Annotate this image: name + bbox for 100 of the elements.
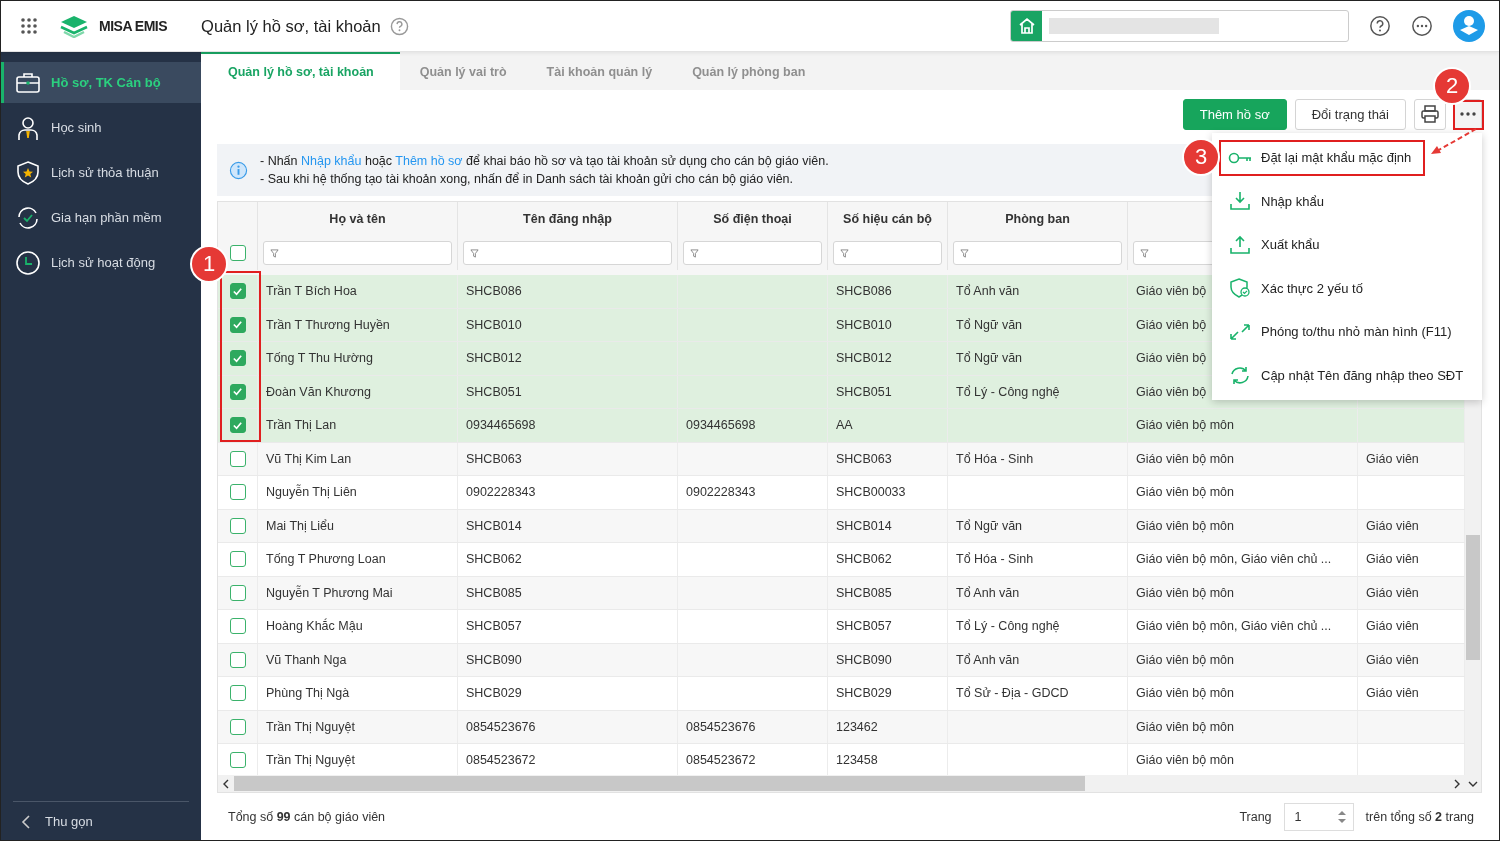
table-cell: SHCB086: [466, 284, 522, 299]
print-button[interactable]: [1414, 98, 1446, 130]
menu-item[interactable]: Xuất khẩu: [1219, 226, 1334, 263]
download-icon: [1228, 191, 1252, 212]
table-cell: Tổ Anh văn: [956, 284, 1020, 299]
row-checkbox[interactable]: [229, 417, 246, 434]
row-checkbox[interactable]: [229, 350, 246, 367]
row-checkbox[interactable]: [229, 450, 246, 467]
filter-icon: [840, 248, 849, 258]
apps-grid-icon[interactable]: [20, 17, 38, 35]
table-cell: 123462: [836, 719, 878, 734]
filter-icon: [960, 248, 969, 258]
shield-check-icon: [1228, 278, 1252, 299]
table-cell: Tổ Ngữ văn: [956, 317, 1023, 332]
sidebar-item[interactable]: Học sinh: [1, 107, 201, 148]
table-cell: Giáo viên bộ: [1136, 384, 1207, 399]
table-cell: Giáo viên: [1366, 652, 1419, 667]
row-checkbox[interactable]: [229, 283, 246, 300]
status-button[interactable]: Đổi trạng thái: [1294, 98, 1406, 130]
sidebar-item[interactable]: Lịch sử thỏa thuận: [1, 152, 201, 193]
table-cell: SHCB085: [466, 585, 522, 600]
printer-icon: [1420, 104, 1440, 124]
table-cell: AA: [836, 418, 853, 433]
refresh-icon: [1228, 365, 1252, 386]
row-checkbox[interactable]: [229, 316, 246, 333]
table-cell: Giáo viên bộ môn: [1136, 518, 1234, 533]
table-cell: Tổ Hóa - Sinh: [956, 451, 1034, 466]
column-header: Tên đăng nhập: [523, 212, 612, 226]
table-cell: Hoàng Khắc Mậu: [266, 619, 363, 634]
row-checkbox[interactable]: [229, 752, 246, 769]
avatar-icon[interactable]: [1453, 10, 1485, 42]
table-cell: SHCB086: [836, 284, 892, 299]
page-title: Quản lý hồ sơ, tài khoản: [201, 16, 381, 36]
student-icon: [15, 114, 41, 141]
collapse-button[interactable]: Thu gọn: [13, 801, 189, 829]
table-cell: Trần T Bích Hoa: [266, 284, 357, 299]
row-checkbox[interactable]: [229, 383, 246, 400]
sidebar-item[interactable]: Gia hạn phần mềm: [1, 197, 201, 238]
table-cell: Vũ Thị Kim Lan: [266, 451, 352, 466]
select-all-checkbox[interactable]: [229, 245, 246, 261]
more-icon[interactable]: [1411, 15, 1433, 37]
checkmark-icon: [232, 285, 243, 297]
row-checkbox[interactable]: [229, 551, 246, 568]
row-checkbox[interactable]: [229, 584, 246, 601]
row-checkbox[interactable]: [229, 618, 246, 635]
table-cell: SHCB029: [836, 686, 892, 701]
table-cell: SHCB090: [836, 652, 892, 667]
table-cell: 0902228343: [466, 485, 536, 500]
chevron-right-icon[interactable]: [1453, 778, 1461, 789]
table-cell: SHCB057: [466, 619, 522, 634]
table-cell: SHCB012: [836, 351, 892, 366]
filter-field[interactable]: [833, 241, 942, 265]
table-cell: SHCB085: [836, 585, 892, 600]
table-cell: Tổ Hóa - Sinh: [956, 552, 1034, 567]
sidebar-item[interactable]: Hồ sơ, TK Cán bộ: [1, 62, 201, 103]
home-icon: [1011, 11, 1042, 41]
filter-field[interactable]: [263, 241, 452, 265]
table-cell: SHCB012: [466, 351, 522, 366]
table-cell: SHCB062: [836, 552, 892, 567]
checkmark-icon: [232, 319, 243, 331]
table-cell: Giáo viên: [1366, 552, 1419, 567]
row-checkbox[interactable]: [229, 517, 246, 534]
table-cell: 0854523676: [686, 719, 756, 734]
table-cell: Vũ Thanh Nga: [266, 652, 347, 667]
page-field[interactable]: 1: [1283, 803, 1354, 831]
menu-item[interactable]: Phóng to/thu nhỏ màn hình (F11): [1219, 313, 1466, 350]
table-cell: Giáo viên bộ: [1136, 351, 1207, 366]
table-cell: Giáo viên bộ môn: [1136, 485, 1234, 500]
menu-item[interactable]: Đặt lại mật khẩu mặc định: [1219, 139, 1426, 176]
column-header: Phòng ban: [1005, 212, 1070, 226]
chevron-left-icon[interactable]: [222, 778, 230, 789]
page-count: trên tổng số 2 trang: [1365, 810, 1474, 824]
row-checkbox[interactable]: [229, 484, 246, 501]
filter-field[interactable]: [953, 241, 1122, 265]
checkmark-icon: [232, 386, 243, 398]
filter-field[interactable]: [463, 241, 672, 265]
more-icon: [1460, 112, 1476, 116]
info-icon: [229, 160, 248, 180]
table-cell: Trần Thị Nguyệt: [266, 719, 355, 734]
table-cell: Tổ Lý - Công nghệ: [956, 619, 1060, 634]
help-icon[interactable]: [1369, 15, 1391, 37]
horizontal-scrollbar[interactable]: [218, 775, 1465, 792]
table-cell: SHCB029: [466, 686, 522, 701]
menu-item[interactable]: Nhập khẩu: [1219, 183, 1338, 220]
menu-item[interactable]: Xác thực 2 yếu tố: [1219, 270, 1377, 307]
total-count: Tổng số 99 cán bộ giáo viên: [228, 810, 386, 824]
table-cell: Nguyễn T Phương Mai: [266, 585, 393, 600]
school-selector[interactable]: [1010, 10, 1349, 42]
table-cell: SHCB090: [466, 652, 522, 667]
table-cell: Giáo viên: [1366, 686, 1419, 701]
table-cell: Giáo viên bộ: [1136, 317, 1207, 332]
table-cell: SHCB063: [836, 451, 892, 466]
row-checkbox[interactable]: [229, 718, 246, 735]
menu-item[interactable]: Cập nhật Tên đăng nhập theo SĐT: [1219, 357, 1478, 394]
row-checkbox[interactable]: [229, 651, 246, 668]
table-cell: Mai Thị Liểu: [266, 518, 334, 533]
chevron-down-icon[interactable]: [1468, 780, 1478, 788]
filter-field[interactable]: [683, 241, 822, 265]
table-cell: SHCB057: [836, 619, 892, 634]
row-checkbox[interactable]: [229, 685, 246, 702]
